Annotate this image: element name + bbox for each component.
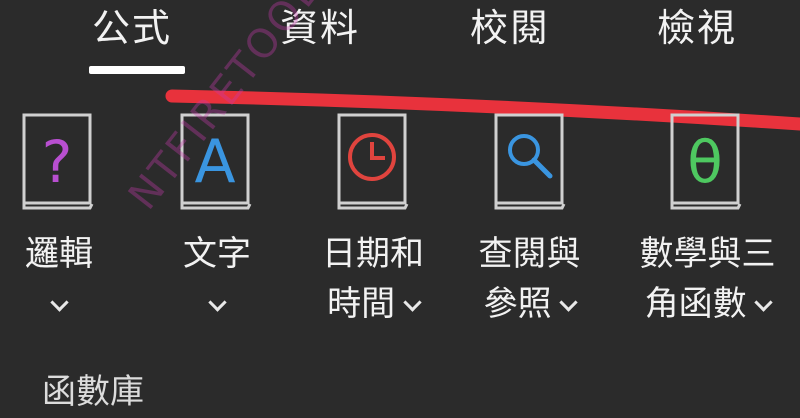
svg-text:θ: θ (687, 128, 723, 196)
tab-data[interactable]: 資料 (280, 4, 360, 52)
lookup-reference-button-line2[interactable]: 參照 (462, 284, 597, 324)
lookup-reference-label: 參照 (483, 284, 552, 324)
tab-formulas[interactable]: 公式 (92, 4, 172, 52)
chevron-down-icon[interactable] (50, 293, 69, 312)
svg-text:A: A (194, 127, 235, 197)
lookup-reference-button[interactable]: 查閱與 (462, 234, 597, 274)
chevron-down-icon[interactable] (754, 293, 774, 312)
date-time-button-line2[interactable]: 時間 (308, 284, 438, 324)
math-trig-button-line2[interactable]: 角函數 (620, 284, 795, 324)
date-time-book-icon[interactable] (335, 112, 411, 212)
logical-book-icon[interactable]: ? (20, 112, 96, 212)
logical-button[interactable]: 邏輯 (14, 234, 104, 274)
text-book-icon[interactable]: A (178, 112, 254, 212)
svg-text:?: ? (42, 128, 73, 196)
chevron-down-icon[interactable] (403, 293, 422, 312)
chevron-down-icon[interactable] (208, 293, 227, 312)
math-trig-label: 角函數 (644, 284, 747, 324)
text-button[interactable]: 文字 (172, 234, 262, 274)
active-tab-indicator (89, 66, 185, 74)
date-time-label: 時間 (327, 284, 396, 324)
lookup-reference-book-icon[interactable] (492, 112, 568, 212)
tab-view[interactable]: 檢視 (657, 4, 737, 52)
math-trig-book-icon[interactable]: θ (668, 112, 744, 212)
function-library-group-label: 函數庫 (42, 372, 144, 412)
date-time-button[interactable]: 日期和 (308, 234, 438, 274)
math-trig-button[interactable]: 數學與三 (620, 234, 795, 274)
chevron-down-icon[interactable] (559, 293, 579, 312)
tab-review[interactable]: 校閱 (470, 4, 550, 52)
